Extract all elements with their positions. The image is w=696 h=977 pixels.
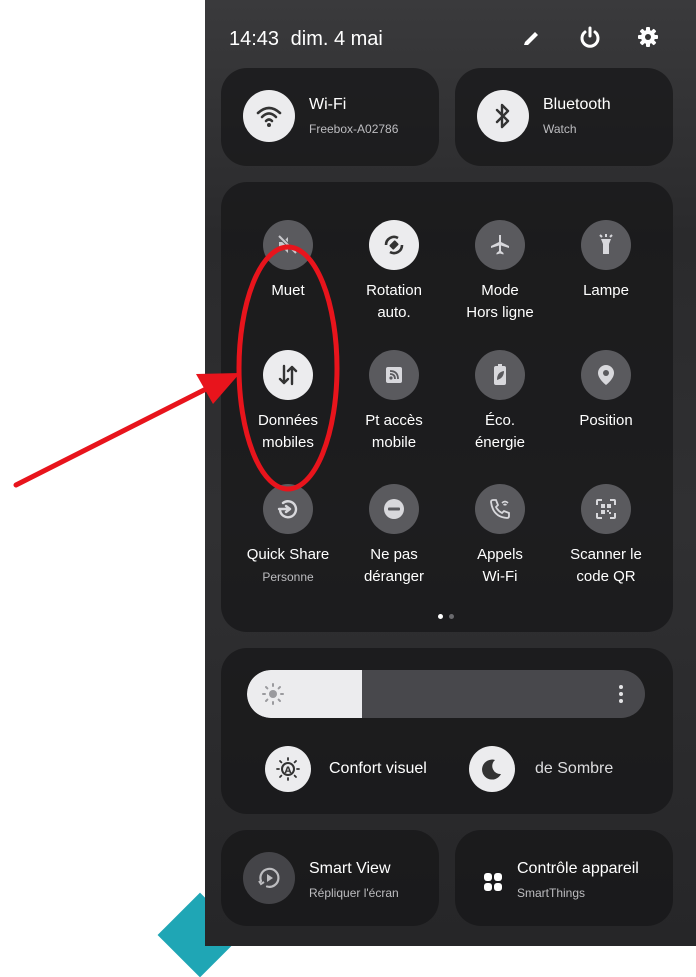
eye-comfort-icon: A — [265, 746, 311, 792]
eye-comfort-label: Confort visuel — [329, 760, 427, 777]
dark-mode-label: de Sombre — [535, 760, 614, 777]
bluetooth-icon — [477, 90, 529, 142]
tile-flashlight-label: Lampe — [583, 282, 629, 299]
status-date: dim. 4 mai — [290, 28, 383, 50]
tile-qr-scanner-label-2: code QR — [576, 568, 636, 585]
wifi-icon — [243, 90, 295, 142]
rotation-icon — [369, 220, 419, 270]
smart-view-title: Smart View — [309, 860, 391, 877]
smart-view-icon — [243, 852, 295, 904]
power-icon[interactable] — [577, 24, 603, 50]
gear-icon[interactable] — [635, 24, 661, 50]
eye-comfort-button[interactable]: A Confort visuel — [265, 746, 455, 794]
quick-tiles-card: Muet Rotation auto. Mode Hors ligne Lamp… — [221, 182, 673, 632]
tile-quick-share-label: Quick Share — [246, 546, 330, 563]
pencil-icon[interactable] — [519, 24, 545, 50]
sun-icon — [261, 682, 285, 711]
tile-power-saving-label-2: énergie — [474, 434, 526, 451]
svg-text:A: A — [285, 766, 292, 776]
status-time-date: 14:43 dim. 4 mai — [229, 28, 383, 51]
status-time: 14:43 — [229, 28, 280, 50]
tile-airplane-label-2: Hors ligne — [466, 304, 534, 321]
tile-hotspot-label-2: mobile — [371, 434, 417, 451]
tile-dnd-label-2: déranger — [363, 568, 425, 585]
hotspot-icon — [369, 350, 419, 400]
wifi-calling-icon — [475, 484, 525, 534]
tile-mobile-data-label: Données — [257, 412, 319, 429]
page-dot-active — [438, 614, 443, 619]
tile-airplane-label: Mode — [481, 282, 519, 299]
tile-wifi-calling-label: Appels — [477, 546, 523, 563]
airplane-icon — [475, 220, 525, 270]
qr-scanner-icon — [581, 484, 631, 534]
tile-mute-label: Muet — [271, 282, 305, 299]
more-vertical-icon[interactable] — [617, 682, 625, 711]
flashlight-icon — [581, 220, 631, 270]
wifi-network-name: Freebox-A02786 — [309, 122, 399, 136]
bluetooth-card[interactable]: Bluetooth Watch — [455, 68, 673, 166]
annotation-arrow-line — [13, 385, 211, 488]
device-grid-icon — [483, 872, 503, 897]
mobile-data-icon — [263, 350, 313, 400]
moon-icon — [469, 746, 515, 792]
location-pin-icon — [581, 350, 631, 400]
wifi-title: Wi-Fi — [309, 96, 347, 113]
tile-mobile-data-label-2: mobiles — [262, 434, 314, 451]
smart-view-subtitle: Répliquer l'écran — [309, 886, 399, 900]
page-dot — [449, 614, 454, 619]
wifi-card[interactable]: Wi-Fi Freebox-A02786 — [221, 68, 439, 166]
brightness-slider[interactable] — [247, 670, 645, 718]
tile-qr-scanner-label: Scanner le — [570, 546, 642, 563]
mute-icon — [263, 220, 313, 270]
tile-rotation-label-2: auto. — [377, 304, 411, 321]
tile-quick-share-status: Personne — [262, 570, 314, 584]
tile-dnd-label: Ne pas — [370, 546, 418, 563]
dark-mode-button[interactable]: de Sombre — [469, 746, 659, 794]
page-indicator[interactable] — [438, 614, 454, 619]
quick-settings-panel: 14:43 dim. 4 mai Wi-Fi Freebox-A02786 Bl… — [205, 0, 696, 946]
tile-location-label: Position — [579, 412, 633, 429]
tile-power-saving-label: Éco. — [484, 412, 515, 429]
device-control-subtitle: SmartThings — [517, 886, 586, 900]
smart-view-card[interactable]: Smart View Répliquer l'écran — [221, 830, 439, 926]
do-not-disturb-icon — [369, 484, 419, 534]
tile-rotation-label: Rotation — [366, 282, 422, 299]
tile-wifi-calling-label-2: Wi-Fi — [482, 568, 518, 585]
device-control-card[interactable]: Contrôle appareil SmartThings — [455, 830, 673, 926]
bluetooth-title: Bluetooth — [543, 96, 611, 113]
tile-hotspot-label: Pt accès — [365, 412, 423, 429]
quick-share-icon — [263, 484, 313, 534]
battery-leaf-icon — [475, 350, 525, 400]
device-control-title: Contrôle appareil — [517, 860, 639, 877]
bluetooth-device-name: Watch — [543, 122, 577, 136]
display-card: A Confort visuel de Sombre — [221, 648, 673, 814]
